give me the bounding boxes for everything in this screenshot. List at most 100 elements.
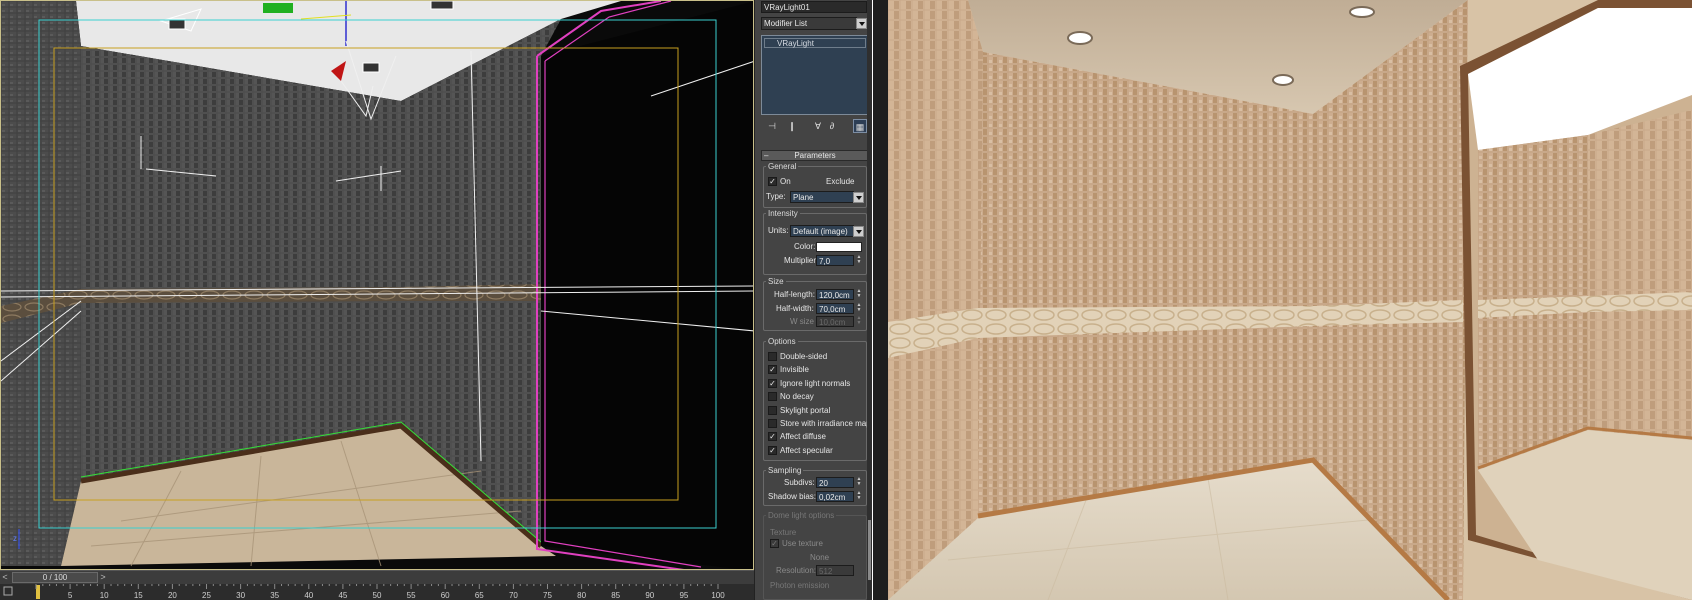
units-dropdown-arrow-icon[interactable]: [853, 226, 864, 237]
time-next-arrow[interactable]: >: [98, 572, 108, 583]
intensity-group: Intensity Units: Default (image) Color: …: [763, 209, 867, 275]
on-checkbox[interactable]: [768, 177, 777, 186]
option-checkbox[interactable]: [768, 445, 777, 455]
time-slider-thumb[interactable]: 0 / 100: [12, 572, 98, 583]
resolution-field: 512: [816, 565, 854, 576]
render-ceiling-light-1: [1067, 31, 1093, 45]
render-ceiling-light-2: [1349, 6, 1375, 18]
trackbar-tick-label: 25: [202, 591, 211, 600]
option-checkbox[interactable]: [768, 419, 777, 428]
option-checkbox[interactable]: [768, 405, 777, 415]
left-wall: [1, 1, 81, 566]
trackbar-tick-label: 10: [100, 591, 109, 600]
pin-stack-icon[interactable]: ⊣: [765, 119, 779, 133]
trackbar-tick-label: 90: [645, 591, 654, 600]
option-checkbox[interactable]: [768, 378, 777, 388]
parameters-rollout-header[interactable]: – Parameters: [761, 150, 869, 161]
option-checkbox[interactable]: [768, 392, 777, 402]
trackbar[interactable]: 5 10 15 20 25 30 35 40 45 50 55 60 65 70 75 80 85 90 95 100: [0, 584, 754, 600]
render-output-image: [888, 0, 1692, 600]
shadow-bias-label: Shadow bias:: [768, 492, 817, 501]
stack-toolbar: ⊣ ❙ ∀ ∂ ▦: [761, 119, 869, 135]
option-checkbox[interactable]: [768, 352, 777, 361]
units-label: Units:: [768, 226, 789, 235]
subdivs-spinner-icon[interactable]: ▲ ▼: [856, 477, 862, 488]
shadow-bias-spinner-icon[interactable]: ▲ ▼: [856, 491, 862, 502]
light-spot-3: [362, 62, 380, 73]
resolution-label: Resolution:: [776, 566, 817, 575]
modifier-list-arrow-icon[interactable]: [856, 18, 867, 29]
render-left-wall: [888, 0, 983, 600]
half-width-label: Half-width:: [776, 304, 814, 313]
photon-emission-title: Photon emission: [768, 581, 832, 590]
exclude-button[interactable]: Exclude: [826, 177, 854, 187]
stack-item-vraylight[interactable]: VRayLight: [764, 38, 866, 48]
dome-light-group: Dome light options Texture Use texture N…: [763, 511, 867, 600]
options-title: Options: [766, 337, 798, 346]
current-frame-marker: [36, 585, 40, 599]
units-dropdown[interactable]: Default (image): [790, 225, 854, 237]
option-checkbox[interactable]: [768, 432, 777, 442]
half-length-spinner-icon[interactable]: ▲ ▼: [856, 289, 862, 300]
shadow-bias-field[interactable]: 0,02cm: [816, 491, 854, 502]
option-checkbox[interactable]: [768, 365, 777, 375]
option-label: Invisible: [780, 365, 809, 375]
trackbar-tick-label: 45: [338, 591, 347, 600]
trackbar-tick-label: 65: [475, 591, 484, 600]
command-panel: VRayLight01 Modifier List VRayLight ⊣ ❙ …: [754, 0, 872, 600]
option-label: No decay: [780, 392, 814, 402]
half-width-field[interactable]: 70,0cm: [816, 303, 854, 314]
rollout-title: Parameters: [794, 151, 836, 160]
perspective-viewport[interactable]: z: [0, 0, 754, 570]
frame-divider: [872, 0, 888, 600]
back-wall: [81, 46, 401, 481]
general-group: General On Exclude Type: Plane: [763, 162, 867, 208]
sampling-group: Sampling Subdivs: 20 ▲ ▼ Shadow bias: 0,0…: [763, 466, 867, 506]
show-end-result-icon[interactable]: ❙: [785, 119, 799, 133]
trackbar-ticks: 5 10 15 20 25 30 35 40 45 50 55 60 65 70 75 80 85 90 95 100: [3, 584, 725, 600]
subdivs-field[interactable]: 20: [816, 477, 854, 488]
multiplier-spinner-icon[interactable]: ▲ ▼: [856, 255, 862, 266]
trackbar-tick-label: 35: [270, 591, 279, 600]
configure-sets-icon[interactable]: ▦: [853, 119, 867, 133]
modifier-stack[interactable]: VRayLight: [761, 35, 869, 115]
make-unique-icon[interactable]: ∀: [811, 119, 825, 133]
trackbar-tick-label: 70: [509, 591, 518, 600]
collapse-icon: –: [764, 151, 769, 160]
color-label: Color:: [794, 242, 816, 251]
sampling-title: Sampling: [766, 466, 804, 475]
type-dropdown-arrow-icon[interactable]: [853, 192, 864, 203]
half-length-field[interactable]: 120,0cm: [816, 289, 854, 300]
option-label: Affect diffuse: [780, 432, 826, 442]
remove-modifier-icon[interactable]: ∂: [825, 119, 839, 133]
modifier-list-dropdown[interactable]: Modifier List: [761, 17, 857, 30]
object-name-field[interactable]: VRayLight01: [761, 1, 867, 13]
options-group: Options Double-sided Invisible Ignore ligh…: [763, 337, 871, 461]
type-dropdown[interactable]: Plane: [790, 191, 854, 203]
rendered-bathroom: [888, 0, 1692, 600]
mirror-area: [541, 1, 753, 569]
option-label: Ignore light normals: [780, 378, 851, 388]
mirror-reflected-side-wall: [1588, 110, 1692, 440]
trackbar-tick-label: 80: [577, 591, 586, 600]
multiplier-field[interactable]: 7,0: [816, 255, 854, 266]
trackbar-tick-label: 100: [711, 591, 725, 600]
trackbar-tick-label: 20: [168, 591, 177, 600]
trackbar-tick-label: 95: [679, 591, 688, 600]
color-swatch[interactable]: [816, 242, 862, 252]
on-label: On: [780, 177, 791, 186]
app-root: z < 0 / 100 > 5 10 15 20 25 30 35 40 45 50 55 60 65 7…: [0, 0, 1692, 600]
panel-scroll-thumb[interactable]: [868, 520, 871, 580]
dome-title: Dome light options: [766, 511, 837, 520]
half-width-spinner-icon[interactable]: ▲ ▼: [856, 303, 862, 314]
trackbar-tick-label: 50: [373, 591, 382, 600]
option-label: Skylight portal: [780, 405, 831, 415]
viewport-scene: z: [1, 1, 753, 569]
time-prev-arrow[interactable]: <: [0, 572, 10, 583]
time-slider[interactable]: < 0 / 100 >: [0, 570, 754, 584]
use-texture-checkbox: [770, 539, 779, 548]
w-size-field: 10,0cm: [816, 316, 854, 327]
type-label: Type:: [766, 192, 786, 201]
size-title: Size: [766, 277, 786, 286]
w-size-label: W size: [790, 317, 814, 326]
